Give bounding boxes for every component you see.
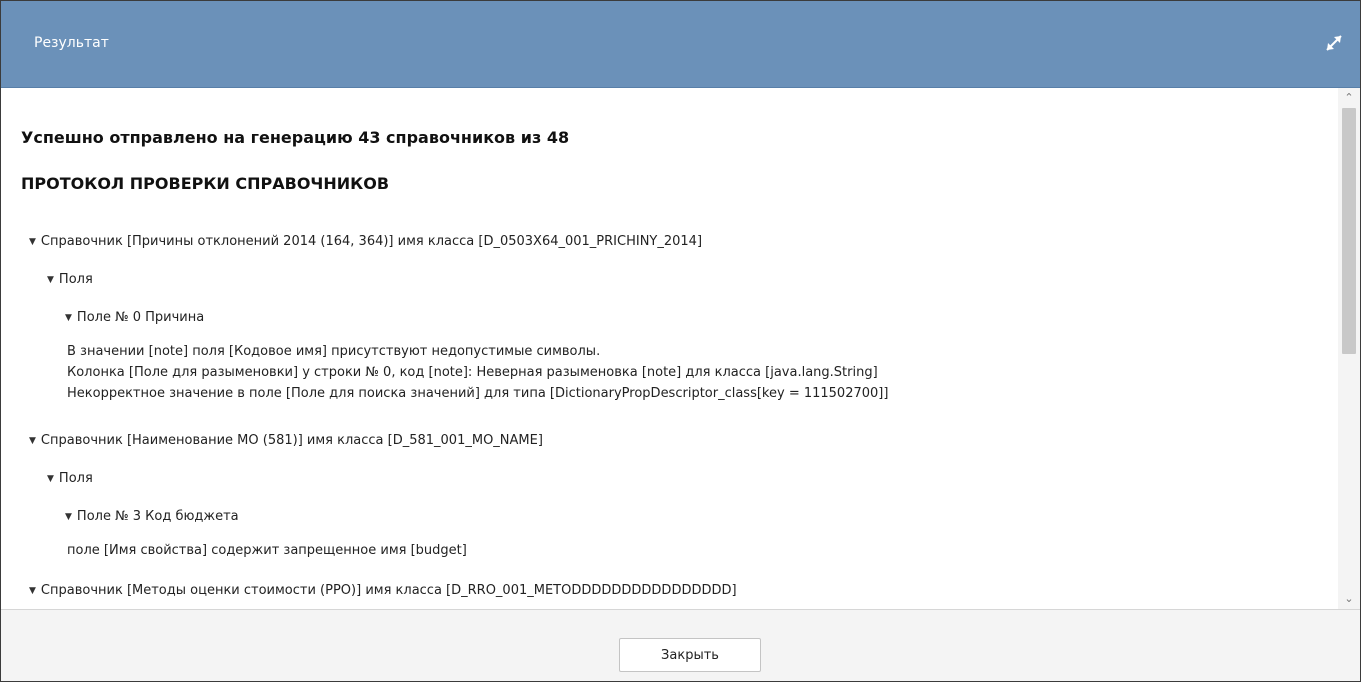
expanded-triangle-icon: ▼	[29, 436, 36, 446]
tree-node-dictionary-2[interactable]: ▼ Справочник [Наименование МО (581)] имя …	[29, 433, 543, 448]
success-summary: Успешно отправлено на генерацию 43 справ…	[21, 128, 570, 147]
validation-message: В значении [note] поля [Кодовое имя] при…	[67, 344, 601, 359]
scroll-up-arrow-icon[interactable]: ⌃	[1338, 88, 1360, 108]
tree-node-label: Справочник [Причины отклонений 2014 (164…	[40, 234, 703, 249]
tree-node-label: Поля	[58, 272, 93, 287]
tree-node-dictionary-3[interactable]: ▼ Справочник [Методы оценки стоимости (РР…	[29, 583, 737, 598]
tree-node-label: Поля	[58, 471, 93, 486]
tree-node-label: Справочник [Методы оценки стоимости (РРО…	[40, 583, 737, 598]
dialog-titlebar: Результат	[1, 1, 1360, 88]
tree-node-label: Поле № 3 Код бюджета	[76, 509, 239, 524]
tree-node-label: Справочник [Наименование МО (581)] имя к…	[40, 433, 543, 448]
result-content: Успешно отправлено на генерацию 43 справ…	[1, 88, 1338, 609]
validation-message: поле [Имя свойства] содержит запрещенное…	[67, 543, 467, 558]
dialog-footer: Закрыть	[1, 609, 1360, 681]
tree-node-dictionary-1[interactable]: ▼ Справочник [Причины отклонений 2014 (16…	[29, 234, 702, 249]
protocol-heading: ПРОТОКОЛ ПРОВЕРКИ СПРАВОЧНИКОВ	[21, 174, 390, 193]
result-dialog: Результат Успешно отправлено на генераци…	[0, 0, 1361, 682]
expanded-triangle-icon: ▼	[47, 275, 54, 285]
validation-message: Некорректное значение в поле [Поле для п…	[67, 386, 889, 401]
expanded-triangle-icon: ▼	[65, 512, 72, 522]
expanded-triangle-icon: ▼	[29, 237, 36, 247]
close-button[interactable]: Закрыть	[619, 638, 761, 672]
vertical-scrollbar[interactable]: ⌃ ⌄	[1338, 88, 1360, 609]
tree-node-field-3[interactable]: ▼ Поле № 3 Код бюджета	[65, 509, 239, 524]
expand-icon[interactable]	[1322, 31, 1346, 55]
expanded-triangle-icon: ▼	[29, 586, 36, 596]
tree-node-label: Поле № 0 Причина	[76, 310, 205, 325]
expanded-triangle-icon: ▼	[47, 474, 54, 484]
scroll-down-arrow-icon[interactable]: ⌄	[1338, 589, 1360, 609]
expanded-triangle-icon: ▼	[65, 313, 72, 323]
tree-node-fields-2[interactable]: ▼ Поля	[47, 471, 93, 486]
validation-message: Колонка [Поле для разыменовки] у строки …	[67, 365, 878, 380]
tree-node-field-0[interactable]: ▼ Поле № 0 Причина	[65, 310, 204, 325]
dialog-title: Результат	[34, 35, 109, 51]
tree-node-fields-1[interactable]: ▼ Поля	[47, 272, 93, 287]
scrollbar-thumb[interactable]	[1342, 108, 1356, 354]
